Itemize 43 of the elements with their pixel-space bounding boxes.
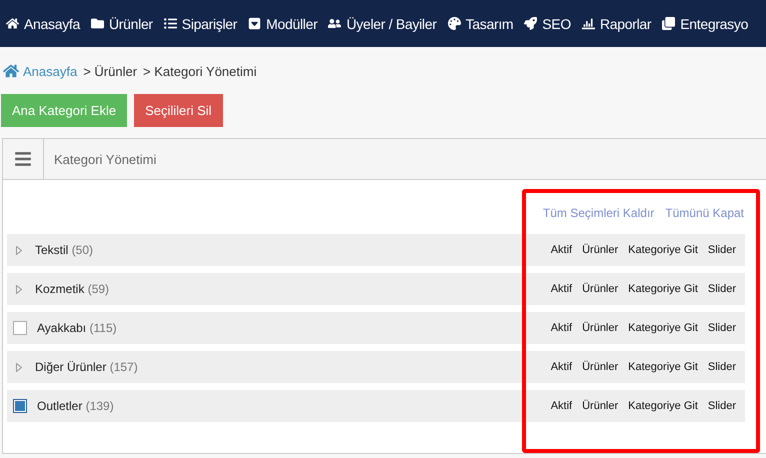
row-action-link[interactable]: Aktif <box>550 283 572 295</box>
nav-item[interactable]: Entegrasyo <box>662 16 748 32</box>
nav-item[interactable]: Siparişler <box>164 16 238 32</box>
row-action-link[interactable]: Kategoriye Git <box>628 361 698 373</box>
row-action-link[interactable]: Ürünler <box>582 244 618 256</box>
breadcrumb-item: > Kategori Yönetimi <box>143 64 257 78</box>
row-action-link[interactable]: Ürünler <box>582 322 618 334</box>
nav-item[interactable]: Üyeler / Bayiler <box>328 16 437 32</box>
nav-item[interactable]: Ürünler <box>90 16 153 32</box>
row-action-link[interactable]: Aktif <box>550 400 572 412</box>
row-action-link[interactable]: Ürünler <box>582 283 618 295</box>
row-action-link[interactable]: Aktif <box>550 244 572 256</box>
category-row[interactable]: Kozmetik (59) Aktif Ürünler Kategoriye Git Slider <box>7 273 745 305</box>
category-name: Ayakkabı (115) <box>37 321 117 335</box>
category-name: Outletler (139) <box>37 399 114 413</box>
row-action-link[interactable]: Kategoriye Git <box>628 400 698 412</box>
row-action-link[interactable]: Ürünler <box>582 400 618 412</box>
nav-item[interactable]: SEO <box>524 16 571 32</box>
category-name: Kozmetik (59) <box>35 282 110 296</box>
nav-item[interactable]: Raporlar <box>582 16 652 32</box>
delete-button[interactable]: Seçilileri Sil <box>134 94 223 127</box>
row-action-link[interactable]: Kategoriye Git <box>628 244 698 256</box>
category-row[interactable]: Diğer Ürünler (157) Aktif Ürünler Kategoriye Git Slider <box>7 351 745 383</box>
row-action-link[interactable]: Slider <box>708 283 736 295</box>
row-action-link[interactable]: Slider <box>708 244 736 256</box>
category-name: Tekstil (50) <box>35 243 94 257</box>
row-action-link[interactable]: Aktif <box>550 361 572 373</box>
category-name: Diğer Ürünler (157) <box>35 360 138 374</box>
breadcrumb-item: > Ürünler <box>83 64 138 78</box>
row-action-link[interactable]: Kategoriye Git <box>628 283 698 295</box>
category-row[interactable]: Ayakkabı (115) Aktif Ürünler Kategoriye Git Slider <box>7 312 745 344</box>
row-action-link[interactable]: Slider <box>708 400 736 412</box>
row-action-link[interactable]: Slider <box>708 322 736 334</box>
row-action-link[interactable]: Ürünler <box>582 361 618 373</box>
row-action-link[interactable]: Kategoriye Git <box>628 322 698 334</box>
nav-item[interactable]: Modüller <box>248 16 318 32</box>
nav-item[interactable]: Tasarım <box>448 16 514 32</box>
category-row[interactable]: Tekstil (50) Aktif Ürünler Kategoriye Git Slider <box>7 234 745 266</box>
panel-title: Kategori Yönetimi <box>53 152 156 166</box>
category-row[interactable]: Outletler (139) Aktif Ürünler Kategoriye Git Slider <box>7 390 745 422</box>
row-action-link[interactable]: Aktif <box>550 322 572 334</box>
nav-item[interactable]: Anasayfa <box>6 16 80 32</box>
row-action-link[interactable]: Slider <box>708 361 736 373</box>
